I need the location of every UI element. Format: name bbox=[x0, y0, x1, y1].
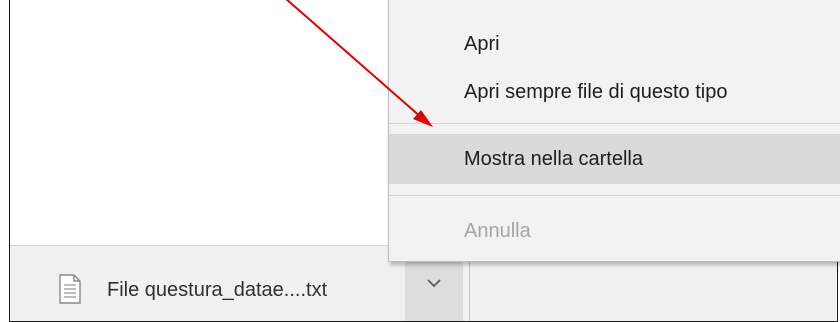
chevron-down-icon bbox=[427, 279, 441, 288]
menu-separator bbox=[389, 195, 840, 196]
menu-item-open[interactable]: Apri bbox=[389, 19, 840, 69]
menu-separator bbox=[389, 123, 840, 124]
download-context-menu: Apri Apri sempre file di questo tipo Mos… bbox=[388, 0, 840, 262]
download-file-name: File questura_datae....txt bbox=[107, 279, 328, 301]
menu-item-always-open[interactable]: Apri sempre file di questo tipo bbox=[389, 67, 840, 117]
menu-item-show-in-folder[interactable]: Mostra nella cartella bbox=[389, 134, 840, 184]
download-item[interactable]: File questura_datae....txt bbox=[10, 246, 405, 321]
text-file-icon bbox=[59, 274, 81, 304]
menu-item-cancel: Annulla bbox=[464, 220, 531, 242]
